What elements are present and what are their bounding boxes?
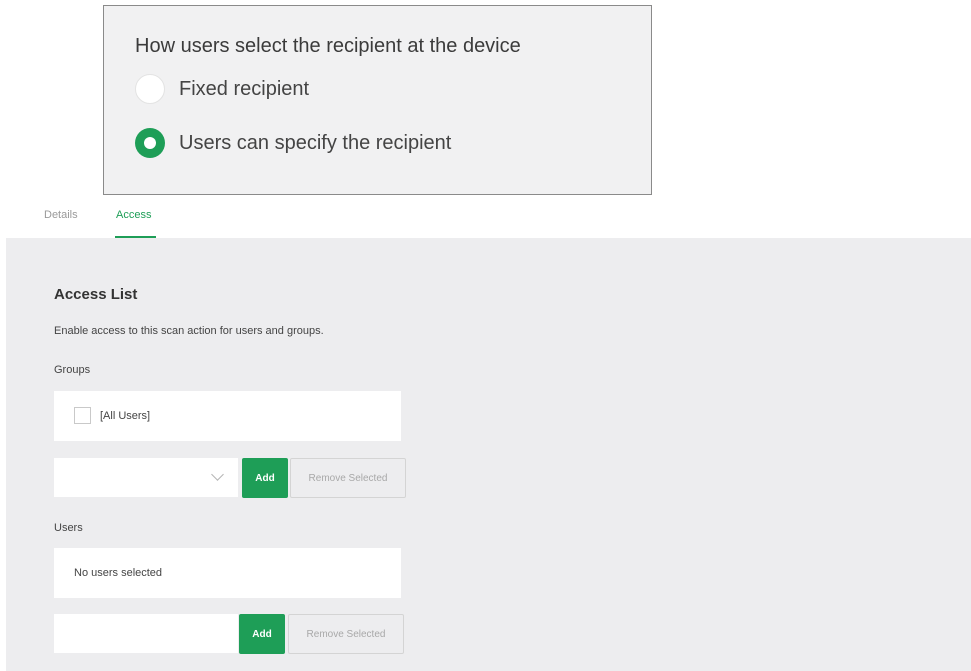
add-group-button[interactable]: Add xyxy=(242,458,288,498)
radio-button-unselected[interactable] xyxy=(135,74,165,104)
radio-label-fixed-recipient: Fixed recipient xyxy=(179,77,310,100)
radio-button-selected[interactable] xyxy=(135,128,165,158)
access-list-title: Access List xyxy=(54,286,138,303)
access-list-description: Enable access to this scan action for us… xyxy=(54,325,324,337)
access-panel: Access List Enable access to this scan a… xyxy=(6,238,971,671)
group-item-label: [All Users] xyxy=(100,409,151,422)
group-checkbox[interactable] xyxy=(74,407,91,424)
add-user-button[interactable]: Add xyxy=(239,614,285,654)
groups-list: [All Users] xyxy=(54,391,401,441)
remove-selected-groups-button[interactable]: Remove Selected xyxy=(290,458,406,498)
radio-option-fixed-recipient[interactable]: Fixed recipient xyxy=(135,74,309,104)
remove-selected-users-button[interactable]: Remove Selected xyxy=(288,614,404,654)
users-empty-message: No users selected xyxy=(74,567,163,579)
radio-option-users-specify-recipient[interactable]: Users can specify the recipient xyxy=(135,128,451,158)
chevron-down-icon xyxy=(211,468,224,481)
tab-details[interactable]: Details xyxy=(44,209,78,221)
radio-label-users-specify-recipient: Users can specify the recipient xyxy=(179,131,452,154)
user-search-input[interactable] xyxy=(54,614,238,653)
recipient-selection-title: How users select the recipient at the de… xyxy=(135,35,521,57)
page: How users select the recipient at the de… xyxy=(0,0,971,671)
users-list: No users selected xyxy=(54,548,401,598)
tab-access[interactable]: Access xyxy=(116,209,151,221)
group-select-dropdown[interactable] xyxy=(54,458,238,497)
users-label: Users xyxy=(54,522,83,534)
recipient-selection-panel: How users select the recipient at the de… xyxy=(103,5,652,195)
radio-selected-dot xyxy=(144,137,156,149)
group-item-all-users[interactable]: [All Users] xyxy=(74,407,150,424)
groups-label: Groups xyxy=(54,364,91,376)
